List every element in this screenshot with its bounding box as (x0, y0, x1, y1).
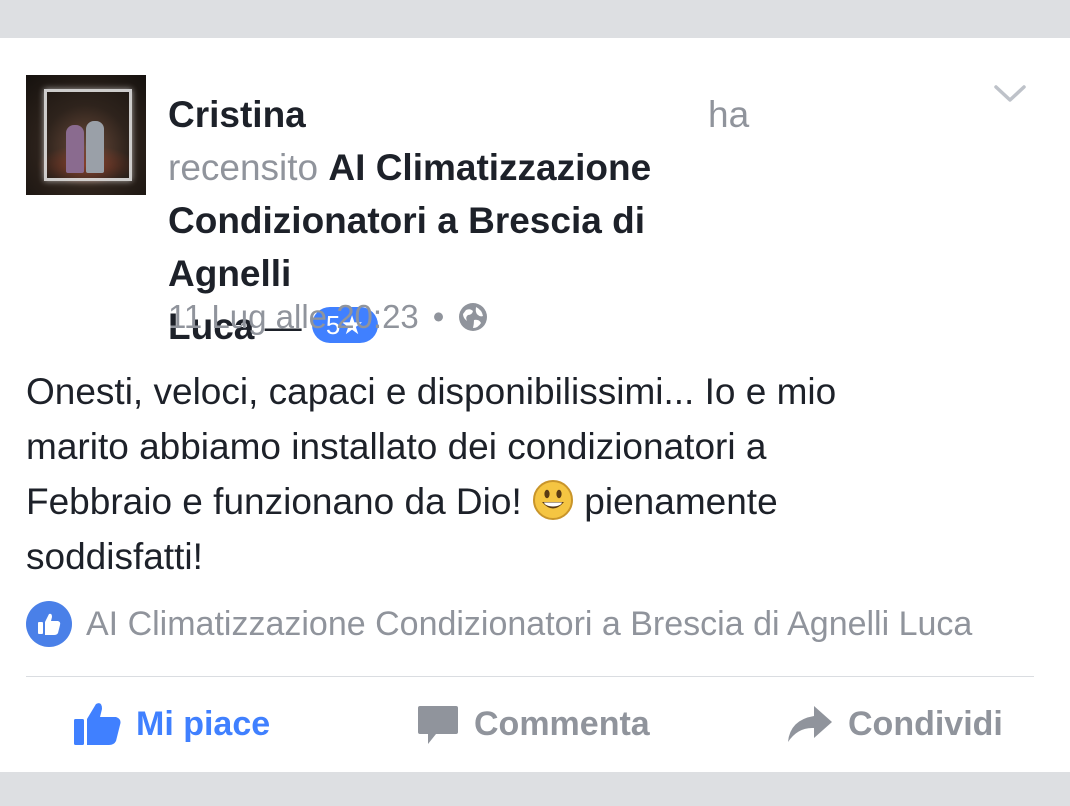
page-attribution[interactable]: AI Climatizzazione Condizionatori a Bres… (26, 601, 972, 647)
comment-icon (418, 706, 458, 744)
author-name[interactable]: Cristina (168, 94, 306, 135)
review-text: Onesti, veloci, capaci e disponibilissim… (26, 364, 1046, 584)
action-bar: Mi piace Commenta Condividi (0, 692, 1070, 756)
share-button[interactable]: Condividi (786, 692, 1003, 756)
header-verb-ha: ha (708, 94, 750, 135)
comment-button-label: Commenta (474, 704, 650, 743)
review-text-line: pienamente (584, 481, 778, 522)
avatar-figure (66, 125, 84, 173)
chevron-down-icon[interactable] (994, 84, 1026, 104)
like-button-label: Mi piace (136, 704, 271, 743)
grinning-emoji-icon (533, 480, 574, 521)
review-text-line: Febbraio e funzionano da Dio! (26, 481, 522, 522)
header-verb-recensito: recensito (168, 147, 319, 188)
meta-separator: • (432, 298, 445, 335)
page-attribution-label: AI Climatizzazione Condizionatori a Bres… (86, 604, 973, 643)
thumbs-up-icon (26, 601, 72, 647)
share-arrow-icon (788, 706, 832, 742)
comment-button[interactable]: Commenta (416, 692, 650, 756)
page-name-link-line2[interactable]: Condizionatori a Brescia di Agnelli (168, 194, 768, 300)
review-text-line: Onesti, veloci, capaci e disponibilissim… (26, 371, 837, 412)
post-meta: 11 Lug alle 20:23 • (168, 298, 488, 336)
timestamp[interactable]: 11 Lug alle 20:23 (168, 298, 419, 336)
like-button[interactable]: Mi piace (74, 692, 270, 756)
review-text-line: marito abbiamo installato dei condiziona… (26, 426, 767, 467)
avatar[interactable] (26, 75, 146, 195)
review-text-line: soddisfatti! (26, 536, 203, 577)
globe-icon (458, 302, 488, 332)
avatar-figure (86, 121, 104, 173)
divider (26, 676, 1034, 677)
thumbs-up-icon (74, 703, 121, 745)
page-name-link[interactable]: AI Climatizzazione (328, 147, 651, 188)
review-post-card: Cristina ha recensito AI Climatizzazione… (0, 38, 1070, 772)
share-button-label: Condividi (848, 704, 1003, 743)
